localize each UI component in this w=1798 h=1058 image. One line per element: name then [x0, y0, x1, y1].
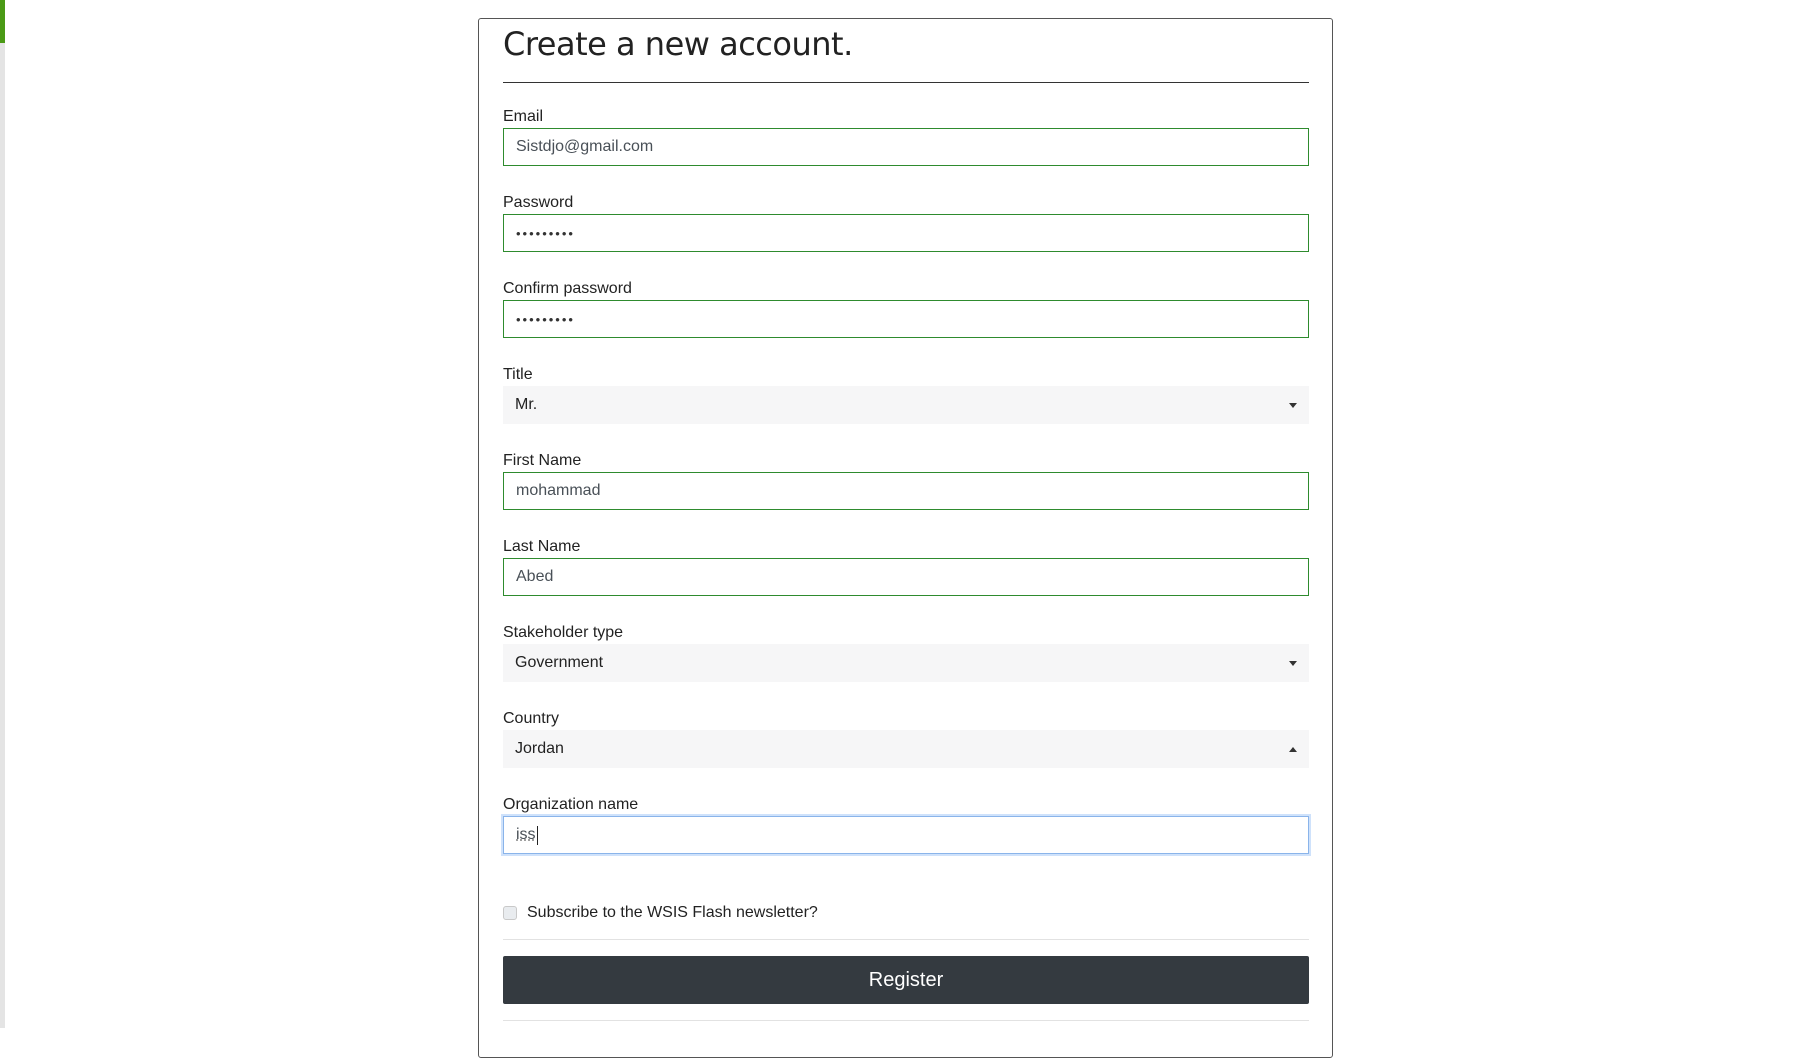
page-title: Create a new account. [503, 25, 853, 63]
email-value: Sistdjo@gmail.com [516, 138, 654, 155]
organization-field[interactable]: iss [503, 816, 1309, 854]
title-divider [503, 82, 1309, 83]
confirm-password-value: ••••••••• [516, 311, 575, 327]
first-name-field[interactable]: mohammad [503, 472, 1309, 510]
last-name-value: Abed [516, 568, 554, 585]
newsletter-checkbox[interactable] [503, 906, 517, 920]
caret-up-icon [1289, 746, 1297, 752]
country-select[interactable]: Jordan [503, 730, 1309, 768]
accent-bar [0, 0, 5, 43]
text-cursor [536, 825, 538, 845]
password-label: Password [503, 194, 574, 211]
title-select-value: Mr. [515, 396, 538, 413]
stakeholder-type-select[interactable]: Government [503, 644, 1309, 682]
caret-down-icon [1289, 660, 1297, 666]
newsletter-row: Subscribe to the WSIS Flash newsletter? [503, 904, 818, 922]
last-name-label: Last Name [503, 538, 581, 555]
country-label: Country [503, 710, 560, 727]
register-card: Create a new account. Email Sistdjo@gmai… [478, 18, 1333, 1058]
password-value: ••••••••• [516, 225, 575, 241]
last-name-field[interactable]: Abed [503, 558, 1309, 596]
newsletter-label[interactable]: Subscribe to the WSIS Flash newsletter? [527, 904, 818, 922]
confirm-password-label: Confirm password [503, 280, 632, 297]
country-value: Jordan [515, 740, 564, 757]
organization-label: Organization name [503, 796, 639, 813]
confirm-password-field[interactable]: ••••••••• [503, 300, 1309, 338]
stakeholder-type-value: Government [515, 654, 604, 671]
organization-value: iss [516, 826, 536, 843]
page-left-edge [0, 0, 5, 1028]
first-name-value: mohammad [516, 482, 601, 499]
register-button[interactable]: Register [503, 956, 1309, 1004]
password-field[interactable]: ••••••••• [503, 214, 1309, 252]
stakeholder-type-label: Stakeholder type [503, 624, 624, 641]
divider [503, 1020, 1309, 1021]
first-name-label: First Name [503, 452, 582, 469]
title-label: Title [503, 366, 533, 383]
title-select[interactable]: Mr. [503, 386, 1309, 424]
divider [503, 939, 1309, 940]
caret-down-icon [1289, 402, 1297, 408]
email-label: Email [503, 108, 544, 125]
email-field[interactable]: Sistdjo@gmail.com [503, 128, 1309, 166]
